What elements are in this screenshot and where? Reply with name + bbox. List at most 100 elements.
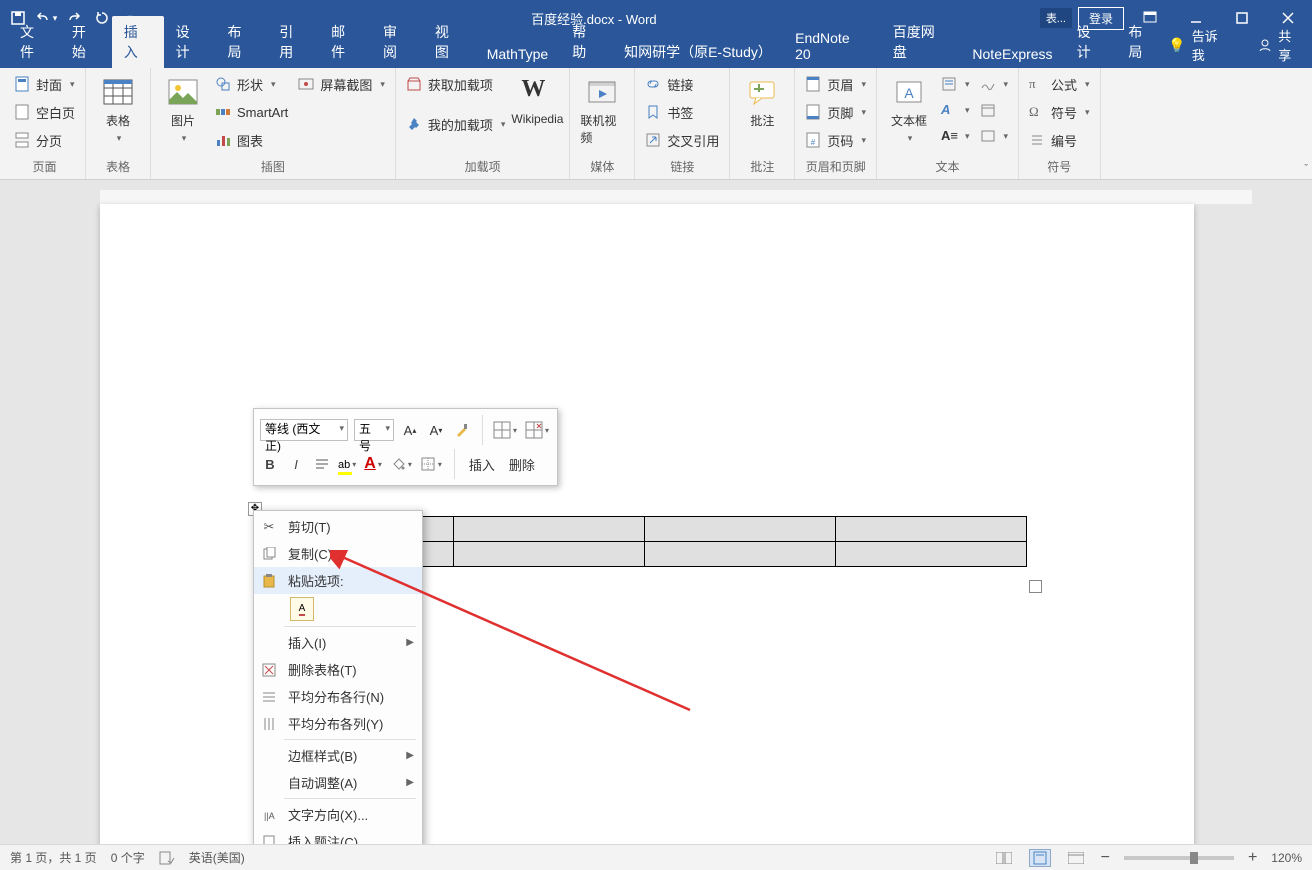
shapes-button[interactable]: 形状▾ — [215, 72, 288, 96]
delete-cells-button[interactable]: ▾ — [525, 421, 551, 439]
print-layout-button[interactable] — [1029, 849, 1051, 867]
collapse-ribbon-button[interactable]: ˇ — [1304, 163, 1308, 175]
web-layout-button[interactable] — [1065, 849, 1087, 867]
paste-keep-source-button[interactable]: A — [290, 597, 314, 621]
italic-button[interactable]: I — [286, 454, 306, 474]
textbox-button[interactable]: A 文本框▾ — [887, 72, 931, 144]
ctx-dist-cols[interactable]: 平均分布各列(Y) — [254, 710, 422, 737]
tab-view[interactable]: 视图 — [423, 16, 475, 68]
ctx-cut[interactable]: ✂剪切(T) — [254, 513, 422, 540]
crossref-icon — [645, 132, 661, 148]
font-size-select[interactable]: 五号 — [354, 419, 394, 441]
tab-noteexpress[interactable]: NoteExpress — [960, 40, 1064, 68]
signature-button[interactable]: ▾ — [980, 72, 1009, 96]
chart-icon — [215, 132, 231, 148]
language-indicator[interactable]: 英语(美国) — [189, 849, 245, 866]
zoom-level[interactable]: 120% — [1271, 851, 1302, 865]
tab-insert[interactable]: 插入 — [112, 16, 164, 68]
screenshot-button[interactable]: 屏幕截图▾ — [298, 72, 385, 96]
tab-mathtype[interactable]: MathType — [475, 40, 560, 68]
pagenumber-button[interactable]: #页码▾ — [805, 128, 866, 152]
ctx-autofit[interactable]: 自动调整(A)▶ — [254, 769, 422, 796]
tab-estudy[interactable]: 知网研学（原E-Study） — [612, 36, 783, 68]
tab-layout[interactable]: 布局 — [215, 16, 267, 68]
table-resize-handle[interactable] — [1029, 580, 1042, 593]
insert-cells-button[interactable]: ▾ — [493, 421, 519, 439]
ctx-copy[interactable]: 复制(C) — [254, 540, 422, 567]
minimize-icon — [1190, 12, 1202, 24]
wordart-button[interactable]: A▾ — [941, 98, 970, 122]
tab-mailings[interactable]: 邮件 — [319, 16, 371, 68]
horizontal-ruler[interactable] — [100, 190, 1252, 204]
blank-page-icon — [14, 104, 30, 120]
font-color-button[interactable]: A▾ — [364, 455, 384, 473]
smartart-button[interactable]: SmartArt — [215, 100, 288, 124]
borders-button[interactable]: ▾ — [420, 456, 444, 472]
bookmark-button[interactable]: 书签 — [645, 100, 719, 124]
wikipedia-button[interactable]: W Wikipedia — [515, 72, 559, 126]
get-addins-button[interactable]: 获取加载项 — [406, 72, 506, 96]
word-count[interactable]: 0 个字 — [111, 849, 145, 866]
tab-endnote[interactable]: EndNote 20 — [783, 24, 881, 68]
copy-icon — [260, 545, 278, 563]
submenu-arrow-icon: ▶ — [406, 750, 414, 761]
font-family-select[interactable]: 等线 (西文正) — [260, 419, 348, 441]
quickparts-button[interactable]: ▾ — [941, 72, 970, 96]
ctx-paste-options[interactable]: 粘贴选项: — [254, 567, 422, 594]
proofing-icon[interactable] — [159, 851, 175, 865]
table-button[interactable]: 表格▾ — [96, 72, 140, 144]
equation-button[interactable]: π公式▾ — [1029, 72, 1090, 96]
share-button[interactable]: 共享 — [1278, 26, 1304, 64]
datetime-button[interactable] — [980, 98, 1009, 122]
shapes-icon — [215, 76, 231, 92]
object-button[interactable]: ▾ — [980, 124, 1009, 148]
screenshot-icon — [298, 76, 314, 92]
comment-button[interactable]: 批注 — [740, 72, 784, 129]
tab-table-layout[interactable]: 布局 — [1116, 16, 1168, 68]
tellme-button[interactable]: 告诉我 — [1192, 26, 1231, 64]
ctx-dist-rows[interactable]: 平均分布各行(N) — [254, 683, 422, 710]
mini-insert-label: 插入 — [465, 455, 499, 474]
pictures-button[interactable]: 图片▾ — [161, 72, 205, 144]
ctx-caption[interactable]: 插入题注(C)... — [254, 828, 422, 844]
zoom-out-button[interactable]: − — [1101, 849, 1110, 867]
wordart-icon: A — [941, 102, 957, 118]
tab-review[interactable]: 审阅 — [371, 16, 423, 68]
dropcap-button[interactable]: A≡▾ — [941, 124, 970, 148]
tab-design[interactable]: 设计 — [164, 16, 216, 68]
zoom-in-button[interactable]: + — [1248, 849, 1257, 867]
ctx-insert[interactable]: 插入(I)▶ — [254, 629, 422, 656]
footer-button[interactable]: 页脚▾ — [805, 100, 866, 124]
ctx-border-style[interactable]: 边框样式(B)▶ — [254, 742, 422, 769]
online-video-button[interactable]: 联机视频 — [580, 72, 624, 146]
number-button[interactable]: 编号 — [1029, 128, 1090, 152]
tab-file[interactable]: 文件 — [8, 16, 60, 68]
tab-baidupan[interactable]: 百度网盘 — [881, 16, 961, 68]
cover-page-button[interactable]: 封面▾ — [14, 72, 75, 96]
grow-font-button[interactable]: A▴ — [400, 420, 420, 440]
read-mode-button[interactable] — [993, 849, 1015, 867]
symbol-button[interactable]: Ω符号▾ — [1029, 100, 1090, 124]
textbox-icon: A — [893, 76, 925, 108]
tab-table-design[interactable]: 设计 — [1065, 16, 1117, 68]
my-addins-button[interactable]: 我的加载项▾ — [406, 112, 506, 136]
tab-home[interactable]: 开始 — [60, 16, 112, 68]
tab-references[interactable]: 引用 — [267, 16, 319, 68]
blank-page-button[interactable]: 空白页 — [14, 100, 75, 124]
bold-button[interactable]: B — [260, 454, 280, 474]
chart-button[interactable]: 图表 — [215, 128, 288, 152]
shading-button[interactable]: ▾ — [390, 456, 414, 472]
page-indicator[interactable]: 第 1 页，共 1 页 — [10, 849, 97, 866]
format-painter-button[interactable] — [452, 420, 472, 440]
highlight-button[interactable]: ab▾ — [338, 455, 358, 473]
header-button[interactable]: 页眉▾ — [805, 72, 866, 96]
ctx-text-direction[interactable]: ||A文字方向(X)... — [254, 801, 422, 828]
ctx-delete-table[interactable]: 删除表格(T) — [254, 656, 422, 683]
align-button[interactable] — [312, 454, 332, 474]
tab-help[interactable]: 帮助 — [560, 16, 612, 68]
zoom-slider[interactable] — [1124, 856, 1234, 860]
page-break-button[interactable]: 分页 — [14, 128, 75, 152]
crossref-button[interactable]: 交叉引用 — [645, 128, 719, 152]
link-button[interactable]: 链接 — [645, 72, 719, 96]
shrink-font-button[interactable]: A▾ — [426, 420, 446, 440]
